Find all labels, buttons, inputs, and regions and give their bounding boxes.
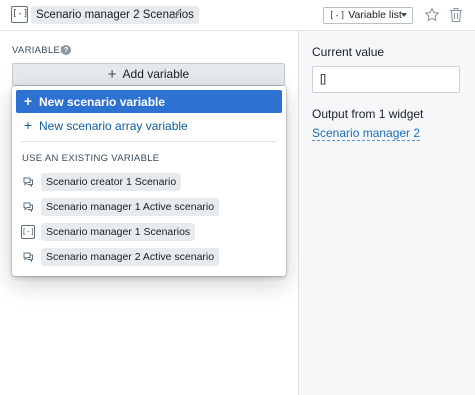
- existing-variable-label: Scenario manager 1 Scenarios: [41, 223, 196, 241]
- plus-icon: +: [23, 93, 33, 109]
- plus-icon: +: [23, 117, 33, 133]
- variable-list-icon: [-]: [11, 6, 28, 23]
- menu-item-label: New scenario array variable: [39, 119, 188, 133]
- existing-variable-label: Scenario manager 1 Active scenario: [41, 198, 220, 216]
- scenario-icon: [23, 177, 33, 188]
- existing-variables-header: USE AN EXISTING VARIABLE: [22, 153, 160, 164]
- chevron-down-icon: [401, 13, 407, 17]
- output-widget-link[interactable]: Scenario manager 2: [312, 126, 421, 141]
- plus-icon: +: [107, 66, 117, 83]
- help-icon[interactable]: ?: [61, 45, 71, 55]
- trash-icon[interactable]: [449, 7, 463, 23]
- variable-type-label: Variable list: [348, 9, 402, 21]
- variable-header: [-] Scenario manager 2 Scenarios [-] Vari…: [0, 0, 475, 31]
- existing-variable-label: Scenario creator 1 Scenario: [41, 173, 182, 191]
- scenario-icon: [23, 252, 33, 263]
- add-variable-button[interactable]: + Add variable: [12, 63, 285, 86]
- menu-item-new-scenario-variable[interactable]: + New scenario variable: [16, 90, 282, 113]
- menu-divider: [21, 141, 277, 142]
- pencil-icon[interactable]: [171, 8, 183, 20]
- star-icon[interactable]: [424, 7, 440, 23]
- output-label: Output from 1 widget: [312, 107, 424, 121]
- variable-list-icon: [-]: [21, 225, 35, 239]
- variable-details-panel: Current value [] Output from 1 widget Sc…: [298, 31, 475, 395]
- current-value-label: Current value: [312, 45, 385, 59]
- add-variable-label: Add variable: [122, 67, 190, 81]
- menu-item-label: New scenario variable: [39, 95, 166, 109]
- variables-section-label: VARIABLES: [12, 45, 67, 56]
- variable-type-select[interactable]: [-] Variable list: [323, 7, 413, 24]
- scenario-icon: [23, 202, 33, 213]
- existing-variable-label: Scenario manager 2 Active scenario: [41, 248, 220, 266]
- current-value-field[interactable]: []: [312, 66, 460, 93]
- menu-item-new-scenario-array-variable[interactable]: + New scenario array variable: [16, 114, 282, 137]
- variable-list-icon: [-]: [329, 11, 346, 21]
- add-variable-menu: + New scenario variable + New scenario arr…: [12, 86, 286, 276]
